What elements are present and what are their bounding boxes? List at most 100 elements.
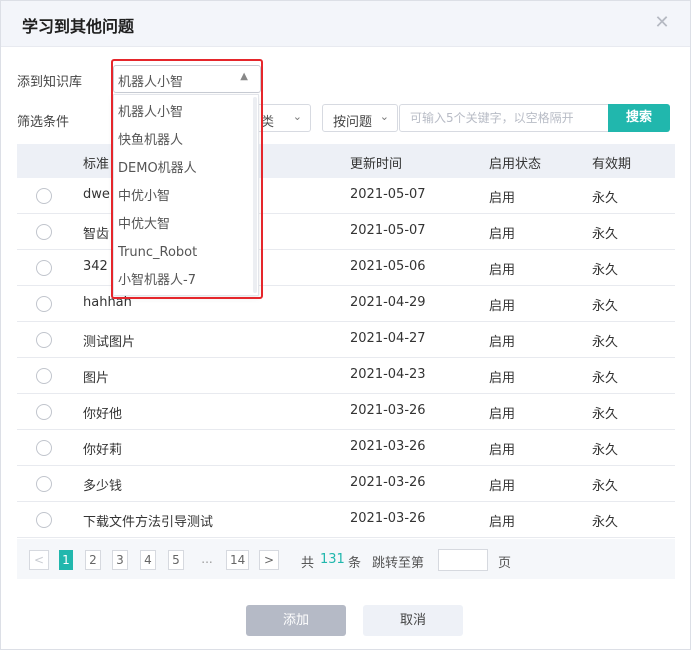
kb-label: 添到知识库	[17, 75, 83, 90]
page-4[interactable]: 4	[140, 550, 156, 570]
row-validity: 永久	[592, 335, 619, 350]
row-date: 2021-04-27	[350, 331, 426, 346]
row-validity: 永久	[592, 299, 619, 314]
row-radio[interactable]	[36, 260, 52, 276]
row-radio[interactable]	[36, 440, 52, 456]
row-question: 智齿	[83, 227, 110, 242]
row-validity: 永久	[592, 515, 619, 530]
add-button[interactable]: 添加	[246, 605, 346, 636]
header-updated: 更新时间	[350, 157, 403, 172]
row-status: 启用	[489, 299, 516, 314]
table-row[interactable]: 测试图片 2021-04-27 启用 永久	[17, 322, 675, 358]
page-3[interactable]: 3	[112, 550, 128, 570]
row-status: 启用	[489, 407, 516, 422]
kb-dropdown-menu: 机器人小智 快鱼机器人 DEMO机器人 中优小智 中优大智 Trunc_Robo…	[113, 94, 259, 296]
row-validity: 永久	[592, 443, 619, 458]
row-question: 342	[83, 259, 108, 274]
row-validity: 永久	[592, 407, 619, 422]
row-date: 2021-05-07	[350, 187, 426, 202]
row-radio[interactable]	[36, 512, 52, 528]
dropdown-option[interactable]: DEMO机器人	[114, 155, 254, 183]
filter-label: 筛选条件	[17, 115, 70, 130]
row-status: 启用	[489, 263, 516, 278]
row-status: 启用	[489, 479, 516, 494]
row-radio[interactable]	[36, 188, 52, 204]
dropdown-option[interactable]: 中优小智	[114, 183, 254, 211]
row-status: 启用	[489, 191, 516, 206]
header-validity: 有效期	[592, 157, 632, 172]
row-status: 启用	[489, 515, 516, 530]
category-select-value: 类	[261, 115, 275, 130]
row-date: 2021-05-07	[350, 223, 426, 238]
prev-page-button[interactable]: <	[29, 550, 49, 570]
dialog-header: 学习到其他问题 ✕	[1, 1, 690, 47]
next-page-button[interactable]: >	[259, 550, 279, 570]
row-date: 2021-03-26	[350, 475, 426, 490]
row-date: 2021-03-26	[350, 511, 426, 526]
category-select[interactable]: 类 ⌄	[259, 104, 311, 132]
dropdown-option[interactable]: Trunc_Robot	[114, 239, 254, 267]
table-row[interactable]: 下载文件方法引导测试 2021-03-26 启用 永久	[17, 502, 675, 538]
row-question: 多少钱	[83, 479, 123, 494]
dropdown-option[interactable]: 快鱼机器人	[114, 127, 254, 155]
close-icon[interactable]: ✕	[652, 13, 672, 33]
pagination: < 1 2 3 4 5 ... 14 > 共 131 条 跳转至第 页	[17, 539, 675, 579]
total-prefix: 共	[301, 556, 315, 571]
row-date: 2021-05-06	[350, 259, 426, 274]
row-question: 图片	[83, 371, 110, 386]
dropdown-option[interactable]: 小智机器人-7	[114, 267, 254, 295]
table-row[interactable]: 你好莉 2021-03-26 启用 永久	[17, 430, 675, 466]
type-select-value: 按问题	[333, 115, 373, 130]
row-status: 启用	[489, 335, 516, 350]
row-radio[interactable]	[36, 332, 52, 348]
jump-page-input[interactable]	[438, 549, 488, 571]
page-2[interactable]: 2	[85, 550, 101, 570]
row-date: 2021-04-23	[350, 367, 426, 382]
table-row[interactable]: 你好他 2021-03-26 启用 永久	[17, 394, 675, 430]
row-validity: 永久	[592, 371, 619, 386]
page-ellipsis: ...	[201, 552, 213, 566]
header-question: 标准	[83, 157, 110, 172]
page-1[interactable]: 1	[59, 550, 73, 570]
jump-label: 跳转至第	[372, 556, 425, 571]
dialog-title: 学习到其他问题	[22, 17, 135, 36]
table-row[interactable]: 多少钱 2021-03-26 启用 永久	[17, 466, 675, 502]
row-status: 启用	[489, 371, 516, 386]
row-date: 2021-03-26	[350, 403, 426, 418]
row-status: 启用	[489, 443, 516, 458]
row-radio[interactable]	[36, 296, 52, 312]
row-validity: 永久	[592, 227, 619, 242]
row-date: 2021-04-29	[350, 295, 426, 310]
page-14[interactable]: 14	[226, 550, 250, 570]
row-question: hahhah	[83, 295, 132, 310]
row-validity: 永久	[592, 479, 619, 494]
row-radio[interactable]	[36, 476, 52, 492]
dropdown-scrollbar[interactable]	[253, 97, 257, 293]
row-question: 测试图片	[83, 335, 136, 350]
cancel-button[interactable]: 取消	[363, 605, 463, 636]
total-suffix: 条	[348, 556, 362, 571]
kb-select-value: 机器人小智	[118, 75, 184, 90]
chevron-down-icon: ⌄	[379, 110, 389, 123]
page-5[interactable]: 5	[168, 550, 184, 570]
dropdown-option[interactable]: 机器人小智	[114, 99, 254, 127]
search-button[interactable]: 搜索	[608, 104, 670, 132]
header-status: 启用状态	[489, 157, 542, 172]
dropdown-option[interactable]: 中优大智	[114, 211, 254, 239]
search-input[interactable]	[399, 104, 609, 132]
type-select[interactable]: 按问题 ⌄	[322, 104, 398, 132]
row-radio[interactable]	[36, 224, 52, 240]
row-validity: 永久	[592, 263, 619, 278]
row-validity: 永久	[592, 191, 619, 206]
chevron-up-icon: ▲	[240, 71, 248, 82]
row-date: 2021-03-26	[350, 439, 426, 454]
row-radio[interactable]	[36, 368, 52, 384]
kb-select[interactable]: 机器人小智 ▲	[113, 65, 261, 93]
row-radio[interactable]	[36, 404, 52, 420]
learn-dialog: 学习到其他问题 ✕ 添到知识库 机器人小智 ▲ 筛选条件 类 ⌄ 按问题 ⌄ 搜…	[0, 0, 691, 650]
table-row[interactable]: 图片 2021-04-23 启用 永久	[17, 358, 675, 394]
chevron-down-icon: ⌄	[292, 110, 302, 123]
row-question: dwe	[83, 187, 110, 202]
row-question: 你好他	[83, 407, 123, 422]
row-status: 启用	[489, 227, 516, 242]
